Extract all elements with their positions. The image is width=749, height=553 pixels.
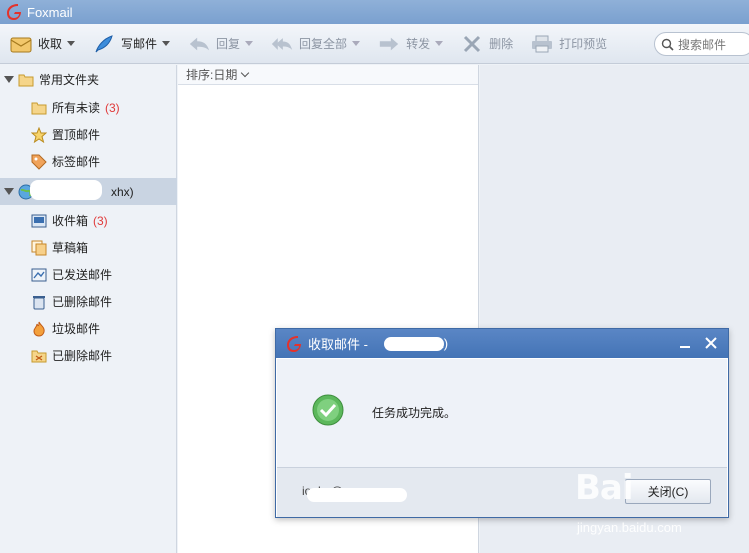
trash-icon <box>31 294 47 310</box>
baidu-watermark: Bai jingyan.baidu.com <box>575 468 749 553</box>
chevron-down-icon <box>241 68 250 78</box>
foxmail-logo-icon <box>287 335 301 352</box>
sidebar-group-common[interactable]: 常用文件夹 <box>0 66 177 93</box>
redaction-scribble <box>384 337 444 351</box>
sidebar-item-sent[interactable]: 已发送邮件 <box>0 261 177 288</box>
close-icon[interactable] <box>703 335 719 351</box>
main-toolbar: 收取 写邮件 回复 回复全部 转发 删除 打印预览 搜索邮件 <box>0 24 749 64</box>
drafts-icon <box>31 240 47 256</box>
envelope-icon <box>10 34 32 54</box>
sidebar-item-deleted-folder[interactable]: 已删除邮件 <box>0 342 177 369</box>
receive-button[interactable]: 收取 <box>10 30 76 58</box>
sent-icon <box>31 267 47 283</box>
reply-button[interactable]: 回复 <box>188 30 254 58</box>
sidebar-group-account[interactable]: xhx) <box>0 178 177 205</box>
chevron-down-icon[interactable] <box>245 41 254 46</box>
search-placeholder: 搜索邮件 <box>678 37 727 52</box>
chevron-down-icon[interactable] <box>435 41 444 46</box>
folder-icon <box>31 100 47 116</box>
dialog-body: 任务成功完成。 <box>277 359 727 467</box>
quill-icon <box>93 34 115 54</box>
redaction-scribble <box>307 488 407 502</box>
sidebar-item-tagged[interactable]: 标签邮件 <box>0 148 177 175</box>
compose-button[interactable]: 写邮件 <box>93 30 171 58</box>
chevron-down-icon[interactable] <box>162 41 171 46</box>
star-icon <box>31 126 47 143</box>
expand-arrow-icon[interactable] <box>4 76 14 83</box>
print-preview-button[interactable]: 打印预览 <box>531 30 607 58</box>
sort-selector[interactable]: 排序:日期 <box>178 65 478 85</box>
delete-x-icon <box>461 34 483 54</box>
window-title: Foxmail <box>27 4 73 20</box>
sidebar-item-deleted[interactable]: 已删除邮件 <box>0 288 177 315</box>
sidebar-item-all-unread[interactable]: 所有未读 (3) <box>0 94 177 121</box>
inbox-icon <box>31 213 47 229</box>
expand-arrow-icon[interactable] <box>4 188 14 195</box>
unread-count: (3) <box>93 213 108 228</box>
sidebar-item-drafts[interactable]: 草稿箱 <box>0 234 177 261</box>
reply-arrow-icon <box>188 34 210 54</box>
reply-all-icon <box>271 34 293 54</box>
success-check-icon <box>312 394 344 426</box>
chevron-down-icon[interactable] <box>352 41 361 46</box>
search-input[interactable]: 搜索邮件 <box>654 32 749 56</box>
deleted-folder-icon <box>31 348 47 364</box>
search-icon <box>661 38 674 51</box>
folder-sidebar: 常用文件夹 所有未读 (3) 置顶邮件 标签邮件 xhx) 收件箱 (3) 草稿… <box>0 65 177 553</box>
foxmail-logo-icon <box>7 4 21 20</box>
reply-all-button[interactable]: 回复全部 <box>271 30 361 58</box>
sidebar-item-pinned[interactable]: 置顶邮件 <box>0 121 177 148</box>
app-titlebar: Foxmail <box>0 0 749 24</box>
chevron-down-icon[interactable] <box>67 41 76 46</box>
watermark-brand: Bai <box>575 468 634 508</box>
watermark-site: jingyan.baidu.com <box>577 520 682 535</box>
fire-icon <box>31 321 47 337</box>
delete-button[interactable]: 删除 <box>461 30 513 58</box>
sidebar-item-spam[interactable]: 垃圾邮件 <box>0 315 177 342</box>
forward-arrow-icon <box>378 34 400 54</box>
dialog-titlebar: 收取邮件 - inhx) <box>276 329 728 358</box>
redaction-scribble <box>30 180 102 200</box>
status-message: 任务成功完成。 <box>372 406 457 420</box>
tag-icon <box>31 154 47 170</box>
forward-button[interactable]: 转发 <box>378 30 444 58</box>
printer-icon <box>531 34 553 54</box>
folder-icon <box>18 72 34 88</box>
minimize-icon[interactable] <box>677 335 693 351</box>
unread-count: (3) <box>105 100 120 115</box>
sidebar-item-inbox[interactable]: 收件箱 (3) <box>0 207 177 234</box>
dialog-title: 收取邮件 - <box>308 337 368 352</box>
